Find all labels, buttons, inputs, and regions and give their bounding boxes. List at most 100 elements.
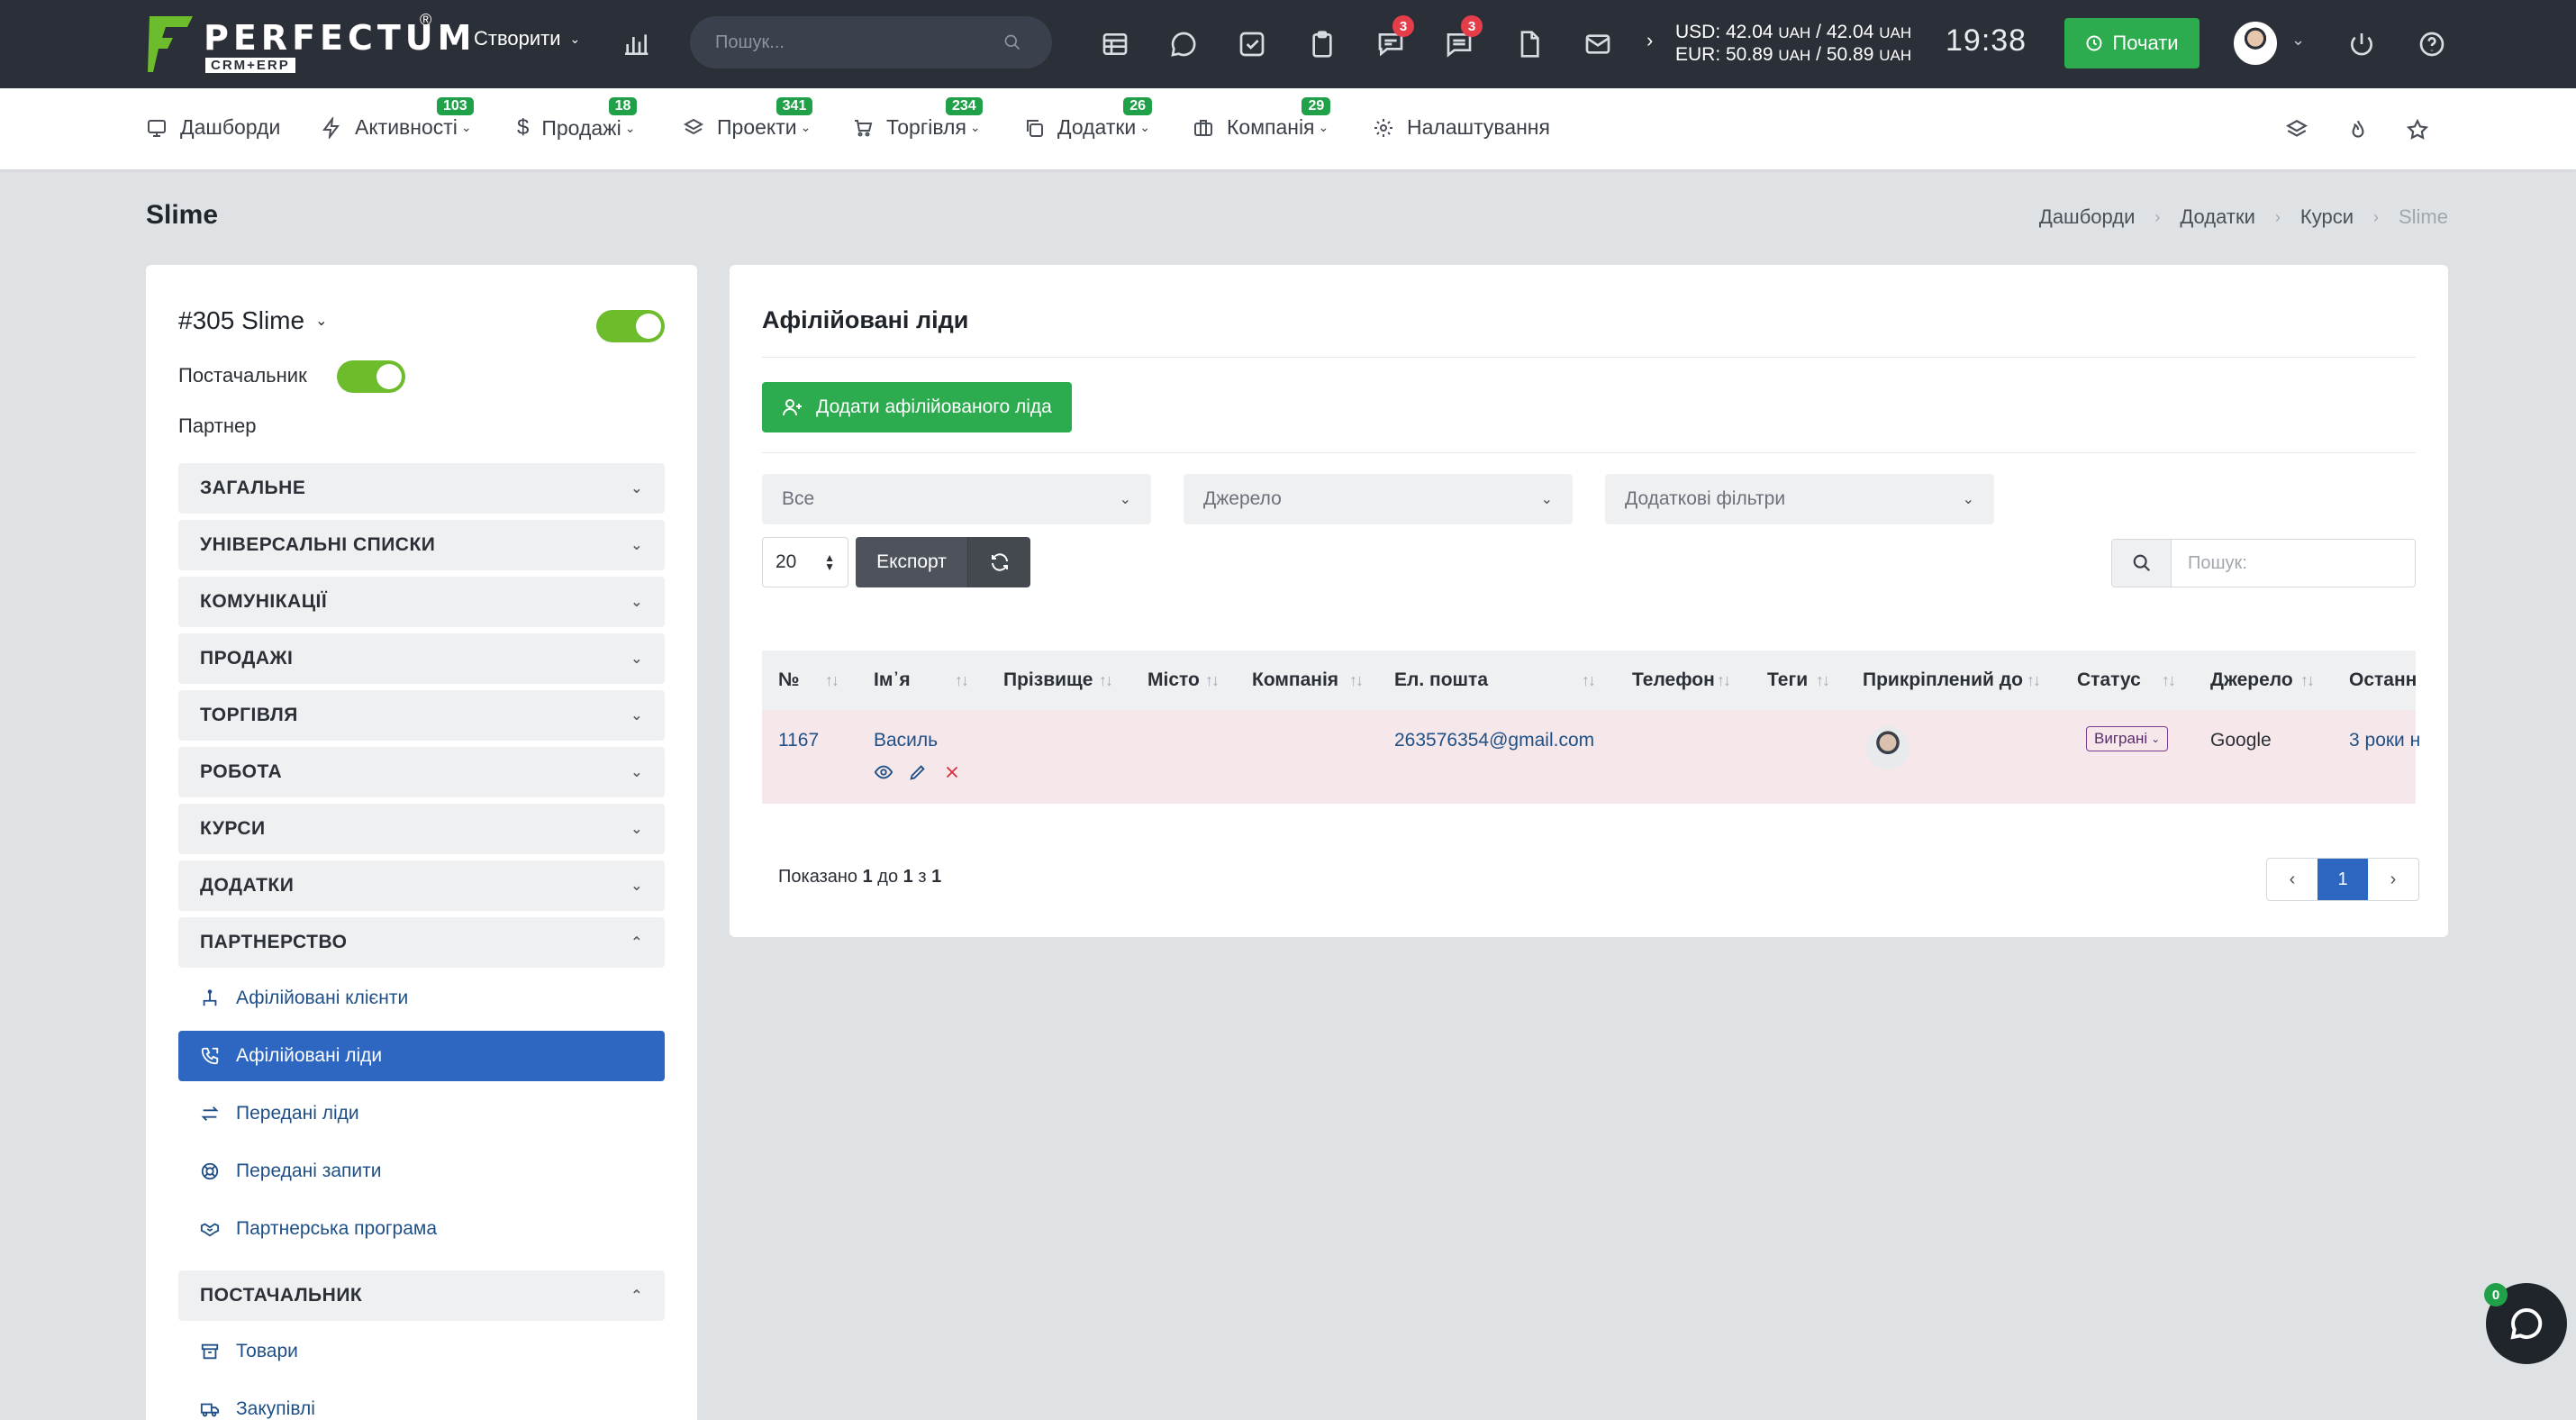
sort-icon[interactable]: ↑↓ [1717,651,1731,710]
supplier-toggle[interactable] [337,360,405,393]
column-header[interactable]: Прізвище [1003,651,1093,710]
section-communications[interactable]: КОМУНІКАЦІЇ ⌄ [178,577,665,627]
entity-active-toggle[interactable] [596,310,665,342]
clipboard-button[interactable] [1304,26,1340,62]
entity-selector[interactable]: #305 Slime ⌄ [178,306,328,335]
tasks-button[interactable] [1234,26,1270,62]
sort-icon[interactable]: ↑↓ [825,651,839,710]
sort-icon[interactable]: ↑↓ [1582,651,1596,710]
assigned-user-avatar[interactable] [1866,726,1909,769]
nav-addons[interactable]: Додатки ⌄ 26 [1023,97,1153,140]
column-header[interactable]: Ім᾽я [874,651,911,710]
logout-button[interactable] [2344,26,2380,62]
nav-company[interactable]: Компанія ⌄ 29 [1193,97,1331,140]
sidebar-item-transferred-requests[interactable]: Передані запити [178,1146,665,1197]
refresh-button[interactable] [967,537,1030,587]
hot-button[interactable] [2342,114,2374,146]
page-size-select[interactable]: 20 ▲ ▼ [762,537,848,587]
eye-icon[interactable] [874,762,893,782]
breadcrumb-link[interactable]: Дашборди [2039,205,2135,229]
page-number-current[interactable]: 1 [2317,859,2368,900]
column-header[interactable]: № [778,651,799,710]
sidebar-item-affiliate-leads[interactable]: Афілійовані ліди [178,1031,665,1081]
column-header[interactable]: Ел. пошта [1394,651,1488,710]
nav-trade[interactable]: Торгівля ⌄ 234 [852,97,983,140]
user-avatar[interactable] [2234,22,2277,65]
chevron-down-icon[interactable]: ⌄ [2291,31,2305,50]
layers-button[interactable] [2281,114,2313,146]
column-header[interactable]: Останн [2349,651,2417,710]
global-search-input[interactable] [715,32,1003,53]
section-addons[interactable]: ДОДАТКИ ⌄ [178,860,665,911]
sort-icon[interactable]: ↑↓ [2027,651,2041,710]
lead-last-activity[interactable]: 3 роки н [2349,730,2420,751]
table-search-input[interactable] [2172,540,2415,587]
section-partnership[interactable]: ПАРТНЕРСТВО ⌃ [178,917,665,968]
section-universal-lists[interactable]: УНІВЕРСАЛЬНІ СПИСКИ ⌄ [178,520,665,570]
nav-dashboards[interactable]: Дашборди [146,115,280,140]
section-courses[interactable]: КУРСИ ⌄ [178,804,665,854]
comments-button[interactable] [1166,26,1202,62]
add-affiliate-lead-button[interactable]: Додати афілійованого ліда [762,382,1072,432]
column-header[interactable]: Прикріплений до [1863,651,2023,710]
column-header[interactable]: Компанія [1252,651,1338,710]
nav-sales[interactable]: $ Продажі ⌄ 18 [517,97,638,141]
lead-id-link[interactable]: 1167 [778,730,819,751]
help-button[interactable] [2414,26,2450,62]
sidebar-item-transferred-leads[interactable]: Передані ліди [178,1088,665,1139]
documents-button[interactable] [1511,26,1547,62]
sort-icon[interactable]: ↑↓ [1349,651,1364,710]
messages-button[interactable]: 3 [1441,15,1483,62]
section-general[interactable]: ЗАГАЛЬНЕ ⌄ [178,463,665,514]
sort-icon[interactable]: ↑↓ [1816,651,1830,710]
sort-icon[interactable]: ↑↓ [2162,651,2176,710]
breadcrumb-link[interactable]: Курси [2300,205,2354,229]
start-timer-button[interactable]: Почати [2064,18,2200,68]
calendar-table-button[interactable] [1097,26,1133,62]
support-chat-button[interactable]: 0 [2484,1283,2567,1364]
lead-email-link[interactable]: 263576354@gmail.com [1394,730,1594,751]
sort-icon[interactable]: ↑↓ [1099,651,1113,710]
nav-label: Проекти [717,115,797,139]
pencil-icon[interactable] [908,762,928,782]
brand-logo[interactable]: PERFECTUM ® CRM+ERP [146,11,471,76]
favorites-button[interactable] [2401,114,2434,146]
chat-button[interactable]: 3 [1373,15,1414,62]
chat-count-badge: 3 [1392,15,1414,37]
column-header[interactable]: Місто [1147,651,1200,710]
global-search[interactable] [690,16,1052,68]
mail-button[interactable] [1580,26,1616,62]
column-header[interactable]: Теги [1767,651,1808,710]
section-work[interactable]: РОБОТА ⌄ [178,747,665,797]
section-trade[interactable]: ТОРГІВЛЯ ⌄ [178,690,665,741]
status-dropdown[interactable]: Виграні ⌄ [2086,726,2169,751]
chevron-left-icon[interactable]: ‹ [2267,859,2317,900]
create-menu-button[interactable]: Створити ⌄ [474,27,580,50]
section-sales[interactable]: ПРОДАЖІ ⌄ [178,633,665,684]
column-header[interactable]: Джерело [2210,651,2293,710]
status-filter-select[interactable]: Все ⌄ [762,474,1151,524]
column-header[interactable]: Телефон [1632,651,1715,710]
chevron-right-icon[interactable]: › [2368,859,2418,900]
export-button[interactable]: Експорт [856,537,967,587]
sort-icon[interactable]: ↑↓ [955,651,969,710]
section-supplier[interactable]: ПОСТАЧАЛЬНИК ⌃ [178,1270,665,1321]
lead-name-link[interactable]: Василь [874,730,938,751]
chevron-right-icon[interactable]: › [1646,29,1653,52]
sidebar-item-purchases[interactable]: Закупівлі [178,1384,665,1420]
column-header[interactable]: Статус [2077,651,2141,710]
additional-filters-select[interactable]: Додаткові фільтри ⌄ [1605,474,1994,524]
breadcrumb-link[interactable]: Додатки [2180,205,2254,229]
source-filter-select[interactable]: Джерело ⌄ [1184,474,1573,524]
sort-icon[interactable]: ↑↓ [1205,651,1220,710]
nav-activities[interactable]: Активності ⌄ 103 [321,97,474,140]
sidebar-item-partner-program[interactable]: Партнерська програма [178,1204,665,1254]
sort-icon[interactable]: ↑↓ [2300,651,2315,710]
nav-projects[interactable]: Проекти ⌄ 341 [683,97,813,140]
delete-x-icon[interactable] [942,762,962,782]
sidebar-item-products[interactable]: Товари [178,1326,665,1377]
nav-settings[interactable]: Налаштування [1373,115,1550,140]
reports-button[interactable] [618,26,654,62]
sidebar-item-affiliate-clients[interactable]: Афілійовані клієнти [178,973,665,1024]
chevron-down-icon: ⌄ [1540,492,1553,507]
